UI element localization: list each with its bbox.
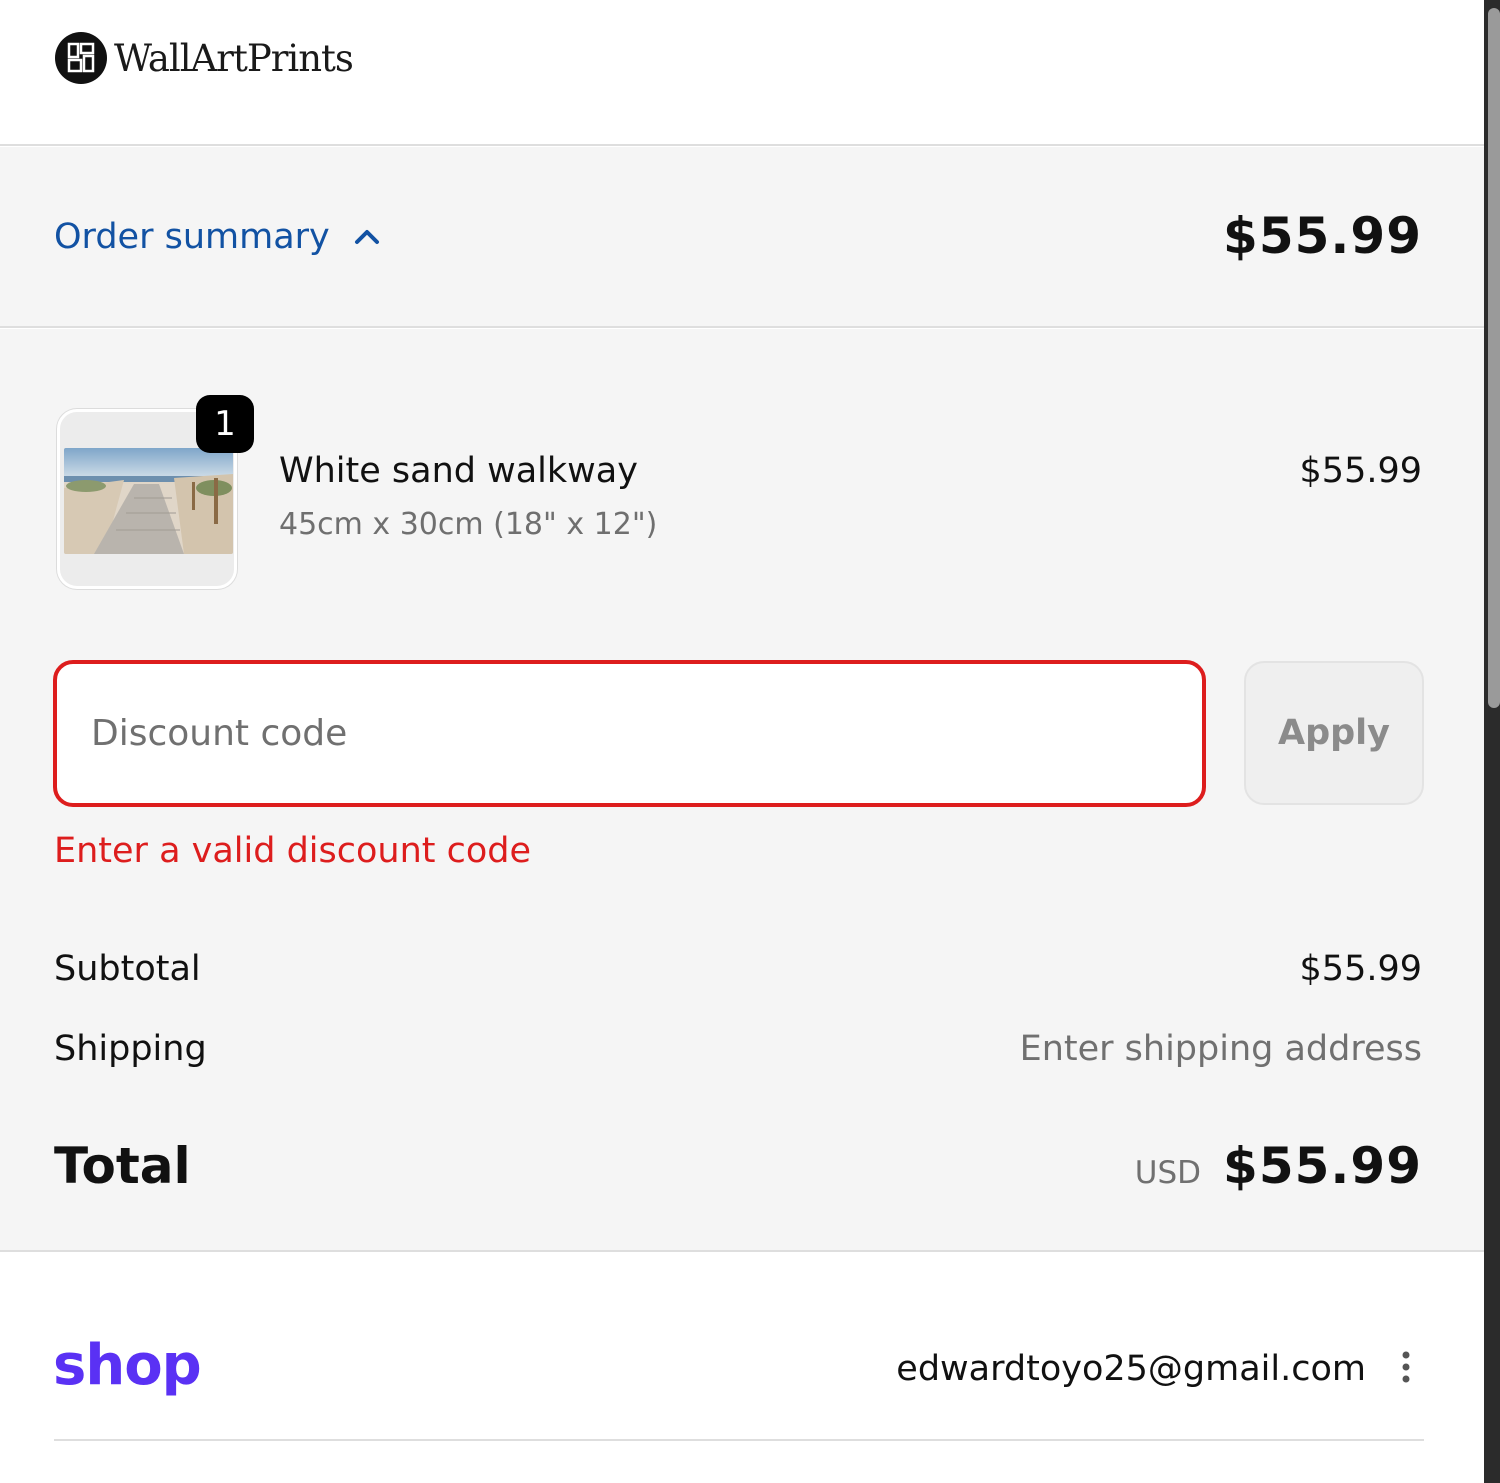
shop-pay-email: edwardtoyo25@gmail.com — [896, 1349, 1366, 1389]
site-header: WallArtPrints — [0, 0, 1484, 146]
product-variant: 45cm x 30cm (18" x 12") — [279, 507, 658, 542]
shop-pay-section: shop edwardtoyo25@gmail.com — [0, 1253, 1484, 1483]
total-amount: USD $55.99 — [1135, 1137, 1422, 1195]
total-label: Total — [54, 1137, 191, 1195]
product-title: White sand walkway — [279, 451, 638, 491]
order-summary-total: $55.99 — [1223, 207, 1422, 265]
beach-walkway-thumbnail — [64, 448, 233, 554]
order-summary-bar: Order summary $55.99 — [0, 147, 1484, 328]
wallartprints-logo-icon — [55, 32, 107, 84]
shipping-value: Enter shipping address — [1019, 1029, 1422, 1069]
brand-name: WallArtPrints — [114, 36, 354, 80]
more-vertical-icon[interactable] — [1396, 1349, 1416, 1389]
scrollbar-thumb[interactable] — [1488, 8, 1500, 708]
discount-error-message: Enter a valid discount code — [54, 831, 532, 871]
order-summary-details: 1 White sand walkway 45cm x 30cm (18" x … — [0, 329, 1484, 1252]
product-thumbnail: 1 — [57, 395, 254, 589]
shop-pay-logo: shop — [53, 1333, 202, 1398]
total-value: $55.99 — [1223, 1137, 1422, 1195]
total-currency: USD — [1134, 1155, 1202, 1191]
quantity-badge: 1 — [196, 395, 254, 453]
order-summary-label: Order summary — [54, 217, 330, 257]
brand-logo[interactable]: WallArtPrints — [54, 31, 354, 85]
apply-discount-button[interactable]: Apply — [1244, 661, 1424, 805]
order-summary-toggle[interactable]: Order summary — [54, 217, 382, 257]
window-scrollbar[interactable] — [1484, 0, 1500, 1483]
shipping-label: Shipping — [54, 1029, 207, 1069]
chevron-up-icon — [354, 230, 379, 244]
product-price: $55.99 — [1299, 451, 1422, 491]
discount-code-input[interactable] — [53, 660, 1206, 807]
shop-pay-divider — [54, 1439, 1424, 1441]
checkout-content: WallArtPrints Order summary $55.99 1 Whi… — [0, 0, 1484, 1483]
subtotal-label: Subtotal — [54, 949, 201, 989]
subtotal-value: $55.99 — [1299, 949, 1422, 989]
checkout-page: WallArtPrints Order summary $55.99 1 Whi… — [0, 0, 1500, 1483]
